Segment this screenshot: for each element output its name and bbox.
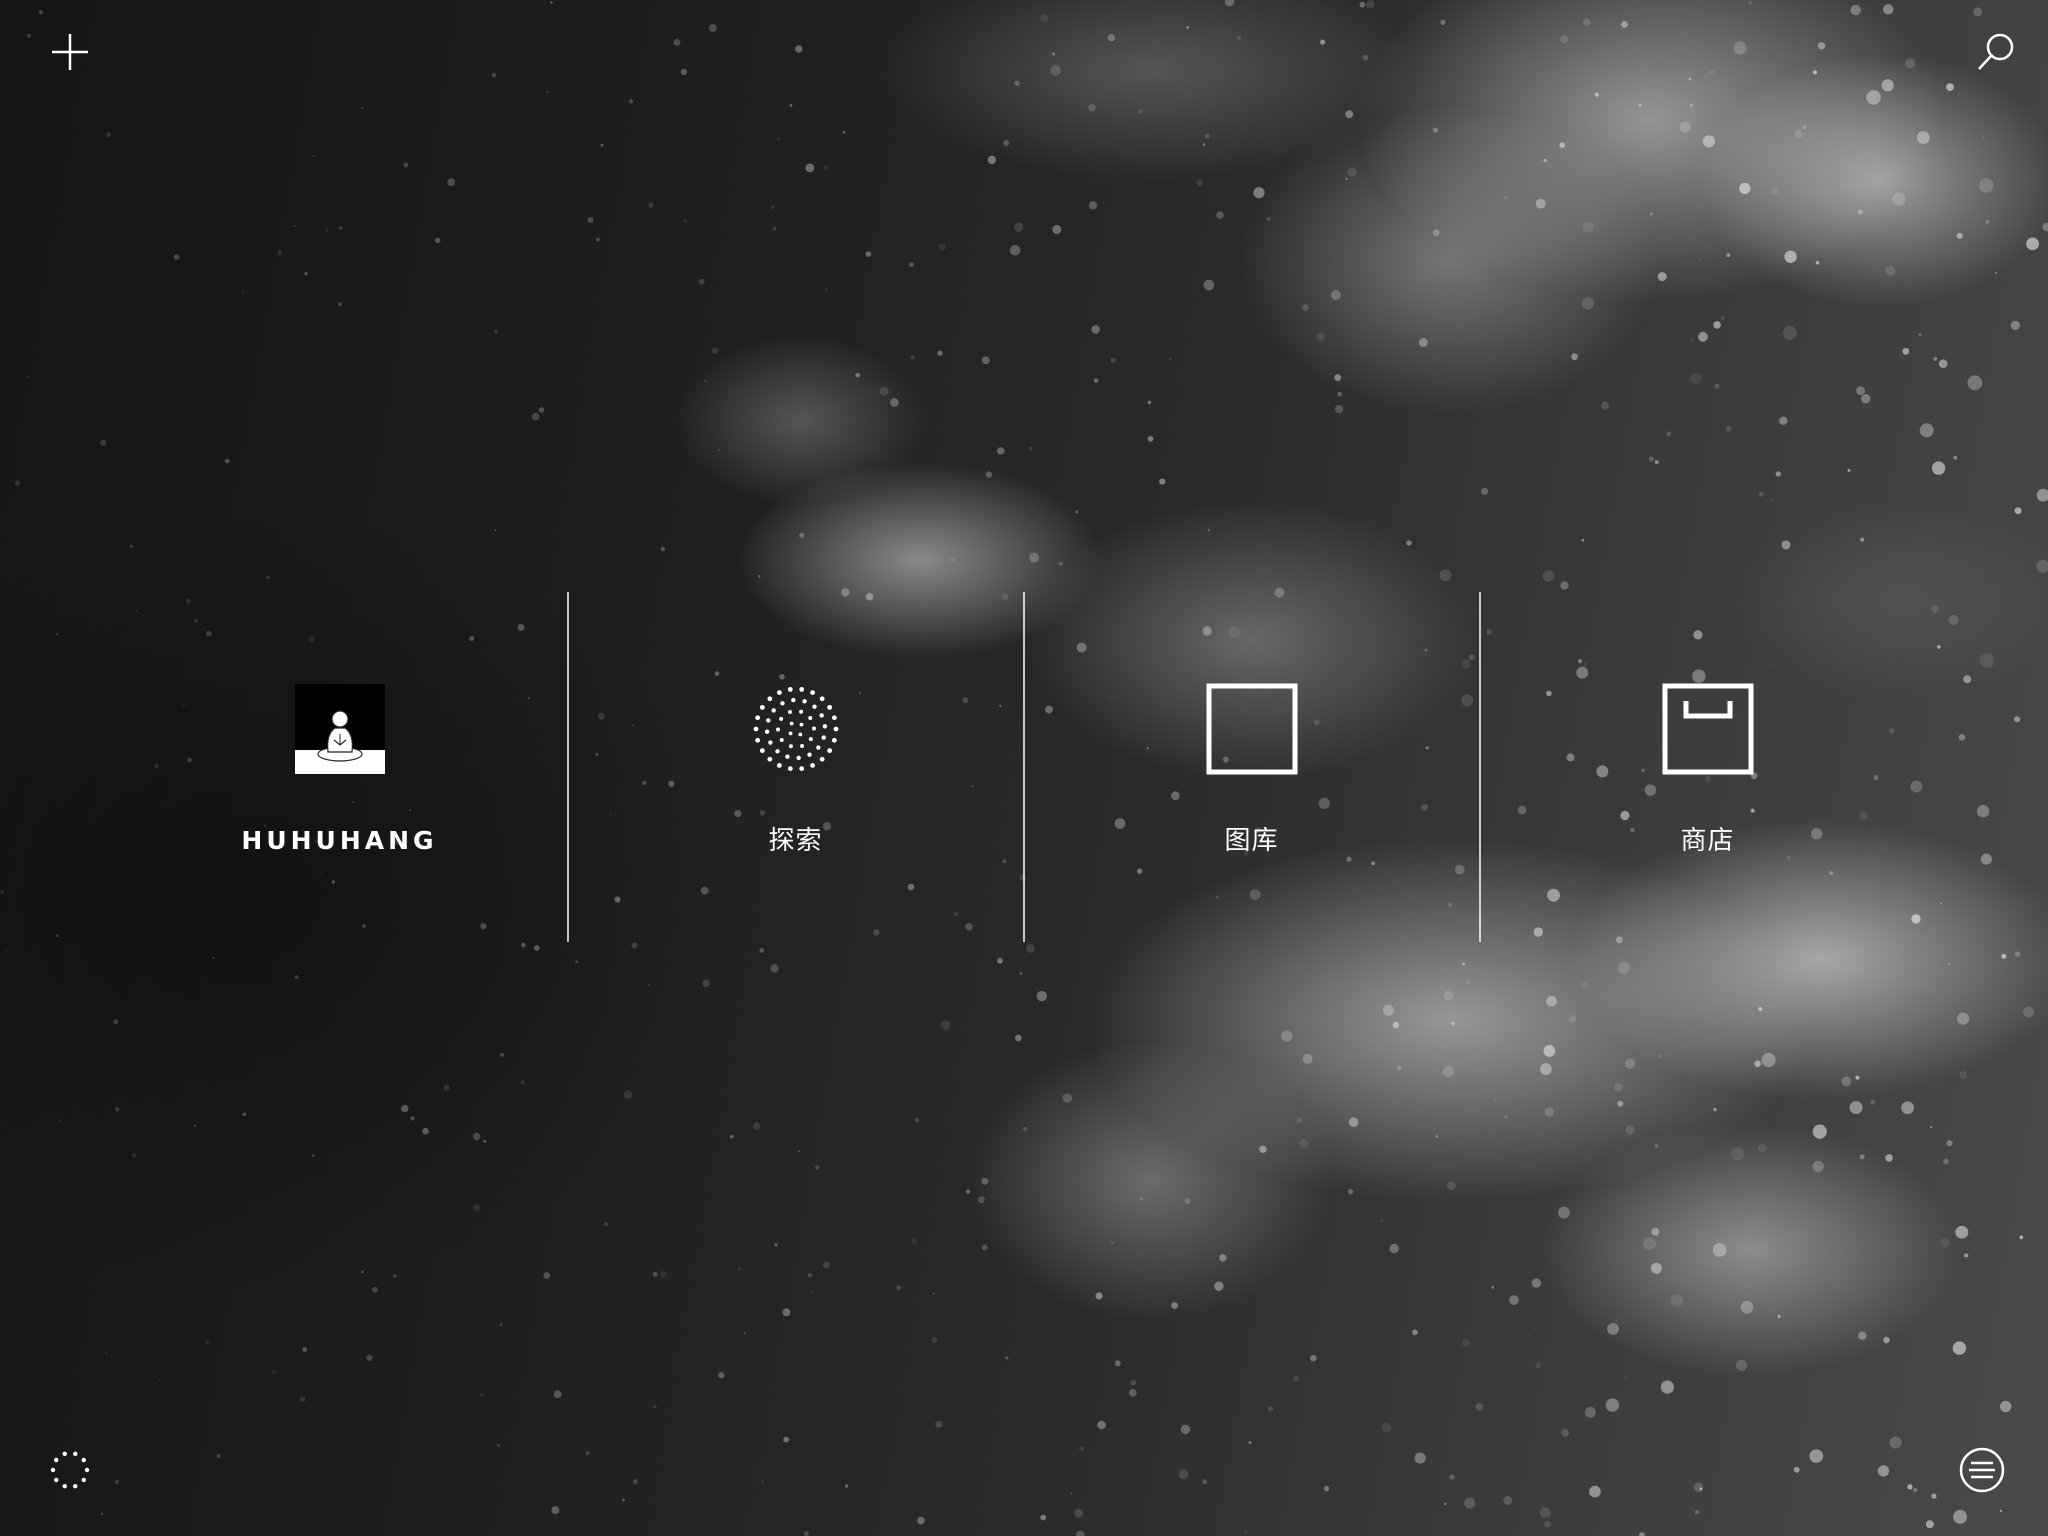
avatar [294,683,386,775]
search-button[interactable] [1966,22,2026,82]
search-icon [1978,33,2014,70]
nav-item-explore[interactable]: 探索 [568,592,1023,942]
profile-name: HUHUHANG [241,826,438,855]
menu-lines-circle-icon [1959,1447,2005,1493]
nav-label-explore: 探索 [768,826,823,856]
gallery-icon-wrap [1206,683,1298,775]
dotted-circle-icon [753,687,838,771]
menu-button[interactable] [1952,1440,2012,1500]
box-store-icon [1662,683,1753,775]
plus-icon [52,34,88,70]
square-frame-icon [1206,683,1297,775]
add-button[interactable] [40,22,100,82]
main-navigation: HUHUHANG 探索 图库 商店 [0,592,2048,942]
dotted-ring-icon [50,1451,90,1489]
nav-item-gallery[interactable]: 图库 [1024,592,1479,942]
nav-label-gallery: 图库 [1224,826,1279,856]
nav-label-store: 商店 [1680,826,1735,856]
store-icon-wrap [1662,683,1754,775]
activity-button[interactable] [40,1440,100,1500]
nav-item-store[interactable]: 商店 [1480,592,1935,942]
avatar-meditating-figure [294,684,385,774]
nav-item-profile[interactable]: HUHUHANG [112,592,567,942]
app-root: HUHUHANG 探索 图库 商店 [0,0,2048,1536]
explore-icon-wrap [750,683,842,775]
